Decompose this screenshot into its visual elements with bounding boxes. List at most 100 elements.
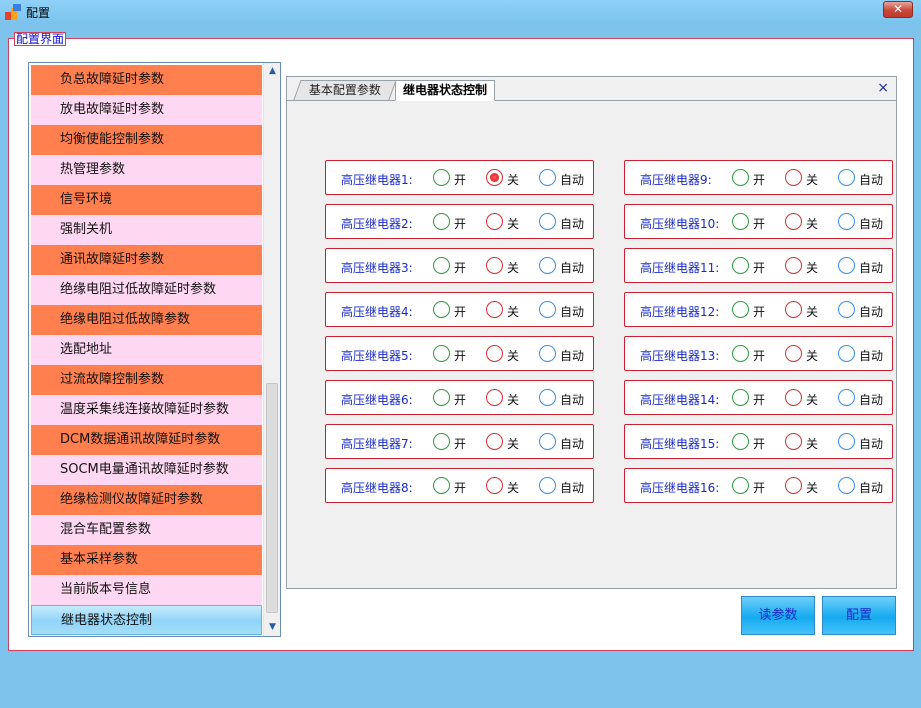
- radio-on-label: 开: [753, 305, 766, 319]
- radio-off[interactable]: [785, 433, 802, 450]
- radio-auto[interactable]: [838, 301, 855, 318]
- radio-off[interactable]: [785, 213, 802, 230]
- window-close-button[interactable]: ✕: [883, 1, 913, 18]
- relay-row-1: 高压继电器1: 开 关 自动: [325, 160, 594, 195]
- radio-on[interactable]: [732, 477, 749, 494]
- radio-off[interactable]: [486, 389, 503, 406]
- radio-auto[interactable]: [539, 477, 556, 494]
- radio-off-label: 关: [806, 481, 819, 495]
- list-item[interactable]: 绝缘电阻过低故障延时参数: [31, 275, 262, 305]
- radio-auto-label: 自动: [560, 173, 585, 187]
- radio-auto[interactable]: [539, 213, 556, 230]
- config-category-list[interactable]: 负总故障延时参数 放电故障延时参数 均衡使能控制参数 热管理参数 信号环境 强制关机 通讯故…: [28, 62, 281, 637]
- list-item[interactable]: 过流故障控制参数: [31, 365, 262, 395]
- radio-on[interactable]: [433, 477, 450, 494]
- list-item[interactable]: DCM数据通讯故障延时参数: [31, 425, 262, 455]
- list-item[interactable]: 放电故障延时参数: [31, 95, 262, 125]
- list-item[interactable]: 绝缘检测仪故障延时参数: [31, 485, 262, 515]
- relay-label: 高压继电器7:: [341, 437, 413, 451]
- radio-on[interactable]: [732, 433, 749, 450]
- radio-off[interactable]: [785, 301, 802, 318]
- radio-off[interactable]: [486, 301, 503, 318]
- group-label: 配置界面: [14, 32, 67, 46]
- relay-label: 高压继电器13:: [640, 349, 720, 363]
- radio-auto[interactable]: [539, 257, 556, 274]
- radio-off-label: 关: [507, 349, 520, 363]
- radio-on[interactable]: [433, 301, 450, 318]
- radio-on[interactable]: [433, 345, 450, 362]
- relay-label: 高压继电器15:: [640, 437, 720, 451]
- radio-off[interactable]: [785, 345, 802, 362]
- radio-on-label: 开: [753, 217, 766, 231]
- radio-off[interactable]: [486, 477, 503, 494]
- radio-on[interactable]: [732, 257, 749, 274]
- list-item[interactable]: SOCM电量通讯故障延时参数: [31, 455, 262, 485]
- read-params-button[interactable]: 读参数: [741, 596, 815, 635]
- radio-on[interactable]: [732, 169, 749, 186]
- radio-off[interactable]: [785, 257, 802, 274]
- list-item[interactable]: 均衡使能控制参数: [31, 125, 262, 155]
- radio-off[interactable]: [486, 257, 503, 274]
- radio-auto[interactable]: [838, 477, 855, 494]
- radio-auto[interactable]: [838, 389, 855, 406]
- radio-auto[interactable]: [838, 345, 855, 362]
- radio-auto[interactable]: [838, 213, 855, 230]
- radio-auto[interactable]: [838, 169, 855, 186]
- relay-row-9: 高压继电器9: 开 关 自动: [624, 160, 893, 195]
- radio-off-label: 关: [507, 217, 520, 231]
- list-item[interactable]: 基本采样参数: [31, 545, 262, 575]
- list-item[interactable]: 信号环境: [31, 185, 262, 215]
- tab-close-icon[interactable]: ×: [877, 81, 889, 95]
- radio-auto[interactable]: [539, 345, 556, 362]
- radio-on[interactable]: [433, 433, 450, 450]
- window-title: 配置: [26, 6, 51, 20]
- radio-auto-label: 自动: [859, 349, 884, 363]
- radio-on-label: 开: [454, 437, 467, 451]
- list-item[interactable]: 当前版本号信息: [31, 575, 262, 605]
- scroll-thumb[interactable]: [266, 383, 278, 613]
- radio-auto[interactable]: [539, 433, 556, 450]
- radio-on[interactable]: [433, 213, 450, 230]
- scroll-down-arrow-icon[interactable]: ▼: [264, 619, 280, 636]
- radio-auto[interactable]: [838, 257, 855, 274]
- list-item[interactable]: 绝缘电阻过低故障参数: [31, 305, 262, 335]
- radio-on[interactable]: [433, 389, 450, 406]
- radio-off[interactable]: [486, 433, 503, 450]
- list-scrollbar[interactable]: ▲ ▼: [263, 63, 280, 636]
- radio-on[interactable]: [732, 213, 749, 230]
- radio-on[interactable]: [732, 345, 749, 362]
- title-bar: 配置 ✕: [0, 0, 921, 24]
- list-item[interactable]: 强制关机: [31, 215, 262, 245]
- config-button[interactable]: 配置: [822, 596, 896, 635]
- radio-on-label: 开: [454, 393, 467, 407]
- radio-off-label: 关: [806, 349, 819, 363]
- list-item[interactable]: 选配地址: [31, 335, 262, 365]
- relay-row-4: 高压继电器4: 开 关 自动: [325, 292, 594, 327]
- list-item[interactable]: 混合车配置参数: [31, 515, 262, 545]
- radio-off[interactable]: [785, 169, 802, 186]
- list-item[interactable]: 温度采集线连接故障延时参数: [31, 395, 262, 425]
- scroll-up-arrow-icon[interactable]: ▲: [264, 63, 280, 80]
- radio-on[interactable]: [433, 169, 450, 186]
- radio-on[interactable]: [732, 389, 749, 406]
- tab-basic-config[interactable]: 基本配置参数: [293, 80, 397, 100]
- radio-on[interactable]: [433, 257, 450, 274]
- list-item[interactable]: 负总故障延时参数: [31, 65, 262, 95]
- list-item[interactable]: 热管理参数: [31, 155, 262, 185]
- list-item[interactable]: 继电器状态控制: [31, 605, 262, 635]
- radio-on[interactable]: [732, 301, 749, 318]
- radio-auto[interactable]: [539, 389, 556, 406]
- radio-auto[interactable]: [539, 169, 556, 186]
- radio-off[interactable]: [486, 169, 503, 186]
- radio-off[interactable]: [785, 477, 802, 494]
- list-item[interactable]: 通讯故障延时参数: [31, 245, 262, 275]
- radio-auto[interactable]: [539, 301, 556, 318]
- tab-control: 基本配置参数 继电器状态控制 × 高压继电器1: 开关自动 高压继电器2: 开关自动高…: [286, 76, 897, 589]
- relay-label: 高压继电器6:: [341, 393, 413, 407]
- radio-off[interactable]: [486, 213, 503, 230]
- radio-off[interactable]: [486, 345, 503, 362]
- radio-off-label: 关: [507, 393, 520, 407]
- tab-relay-control[interactable]: 继电器状态控制: [395, 80, 495, 101]
- radio-off[interactable]: [785, 389, 802, 406]
- radio-auto[interactable]: [838, 433, 855, 450]
